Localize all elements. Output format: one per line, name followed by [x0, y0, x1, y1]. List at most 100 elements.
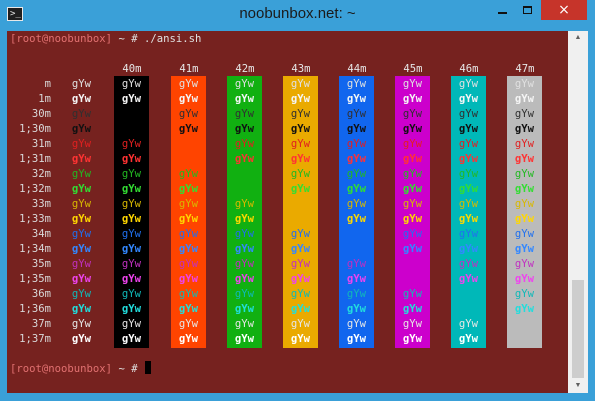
sample-cell: gYw — [234, 198, 255, 210]
minimize-button[interactable] — [489, 0, 515, 20]
sample-cell: gYw — [121, 138, 142, 150]
sample-cell: gYw — [458, 258, 479, 270]
sample-cell: gYw — [121, 258, 142, 270]
row-label-30m: 30m — [31, 108, 51, 120]
sample-cell: gYw — [178, 258, 199, 270]
sample-cell: gYw — [71, 228, 92, 240]
sample-cell: gYw — [178, 288, 199, 300]
sample-cell: gYw — [402, 108, 423, 120]
bg-header-46m: 46m — [459, 63, 479, 75]
sample-cell: gYw — [458, 243, 479, 255]
sample-cell: gYw — [71, 288, 92, 300]
row-label-1-34m: 1;34m — [19, 243, 51, 255]
sample-cell: gYw — [178, 93, 199, 105]
sample-cell: gYw — [178, 168, 199, 180]
prompt-symbol-2: ~ # — [112, 363, 144, 375]
sample-cell: gYw — [290, 273, 311, 285]
sample-cell: gYw — [121, 333, 142, 345]
bg-header-41m: 41m — [179, 63, 199, 75]
sample-cell: gYw — [121, 318, 142, 330]
sample-cell: gYw — [71, 333, 92, 345]
sample-cell: gYw — [458, 138, 479, 150]
sample-cell: gYw — [514, 258, 535, 270]
sample-cell: gYw — [234, 123, 255, 135]
sample-cell: gYw — [71, 258, 92, 270]
row-label-35m: 35m — [31, 258, 51, 270]
sample-cell: gYw — [178, 318, 199, 330]
sample-cell: gYw — [290, 318, 311, 330]
maximize-button[interactable] — [515, 0, 540, 20]
sample-cell: gYw — [458, 168, 479, 180]
row-label-1-33m: 1;33m — [19, 213, 51, 225]
sample-cell: gYw — [402, 168, 423, 180]
sample-cell: gYw — [71, 93, 92, 105]
sample-cell: gYw — [402, 213, 423, 225]
row-label-m: m — [44, 78, 51, 90]
sample-cell: gYw — [514, 168, 535, 180]
sample-cell: gYw — [234, 213, 255, 225]
row-label-1-30m: 1;30m — [19, 123, 51, 135]
sample-cell: gYw — [234, 243, 255, 255]
row-label-36m: 36m — [31, 288, 51, 300]
sample-cell: gYw — [121, 198, 142, 210]
sample-cell: gYw — [178, 333, 199, 345]
sample-cell: gYw — [402, 93, 423, 105]
bg-header-45m: 45m — [403, 63, 423, 75]
sample-cell: gYw — [290, 93, 311, 105]
scrollbar-thumb[interactable] — [572, 280, 584, 378]
sample-cell: gYw — [290, 168, 311, 180]
sample-cell: gYw — [178, 123, 199, 135]
sample-cell: gYw — [514, 123, 535, 135]
sample-cell: gYw — [178, 108, 199, 120]
sample-cell: gYw — [290, 138, 311, 150]
sample-cell: gYw — [458, 213, 479, 225]
row-label-34m: 34m — [31, 228, 51, 240]
close-button[interactable]: × — [541, 0, 587, 20]
sample-cell: gYw — [346, 78, 367, 90]
bg-header-47m: 47m — [515, 63, 535, 75]
prompt-symbol: ~ # — [112, 33, 144, 45]
sample-cell: gYw — [290, 288, 311, 300]
sample-cell: gYw — [71, 108, 92, 120]
terminal-area[interactable]: [root@noobunbox] ~ # ./ansi.sh 40m 41m 42m… — [7, 31, 568, 393]
row-label-37m: 37m — [31, 318, 51, 330]
sample-cell: gYw — [458, 78, 479, 90]
sample-cell: gYw — [234, 153, 255, 165]
title-bar[interactable]: >_ noobunbox.net: ~ × — [0, 0, 595, 31]
sample-cell: gYw — [234, 108, 255, 120]
sample-cell: gYw — [290, 228, 311, 240]
sample-cell: gYw — [71, 78, 92, 90]
sample-cell: gYw — [71, 138, 92, 150]
sample-cell: gYw — [458, 333, 479, 345]
sample-cell: gYw — [346, 123, 367, 135]
sample-cell: gYw — [290, 183, 311, 195]
sample-cell: gYw — [402, 228, 423, 240]
text-cursor — [144, 361, 151, 374]
sample-cell: gYw — [234, 93, 255, 105]
vertical-scrollbar[interactable]: ▲ ▼ — [568, 31, 588, 393]
sample-cell: gYw — [121, 303, 142, 315]
sample-cell: gYw — [121, 243, 142, 255]
row-label-1-36m: 1;36m — [19, 303, 51, 315]
sample-cell: gYw — [346, 138, 367, 150]
maximize-icon — [523, 6, 532, 14]
sample-cell: gYw — [178, 213, 199, 225]
sample-cell: gYw — [458, 108, 479, 120]
sample-cell: gYw — [121, 288, 142, 300]
bg-header-42m: 42m — [235, 63, 255, 75]
sample-cell: gYw — [402, 288, 423, 300]
sample-cell: gYw — [458, 93, 479, 105]
sample-cell: gYw — [346, 168, 367, 180]
sample-cell: gYw — [514, 138, 535, 150]
row-label-1-37m: 1;37m — [19, 333, 51, 345]
row-label-1-31m: 1;31m — [19, 153, 51, 165]
scroll-down-icon[interactable]: ▼ — [568, 379, 588, 393]
scroll-up-icon[interactable]: ▲ — [568, 31, 588, 45]
sample-cell: gYw — [121, 228, 142, 240]
sample-cell: gYw — [514, 273, 535, 285]
sample-cell: gYw — [121, 273, 142, 285]
sample-cell: gYw — [234, 273, 255, 285]
sample-cell: gYw — [346, 303, 367, 315]
sample-cell: gYw — [71, 273, 92, 285]
sample-cell: gYw — [234, 318, 255, 330]
